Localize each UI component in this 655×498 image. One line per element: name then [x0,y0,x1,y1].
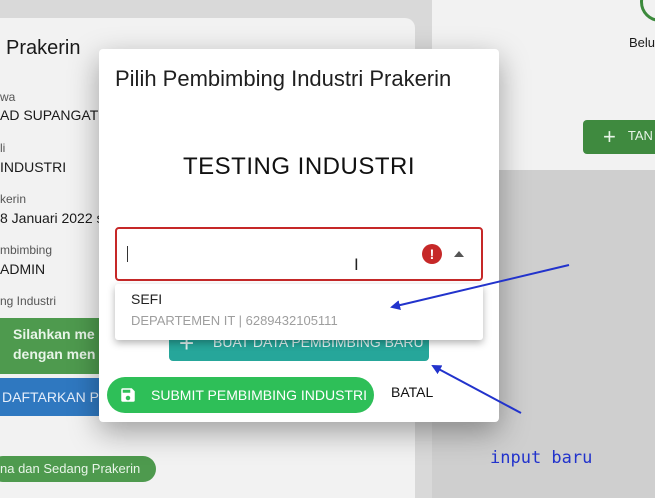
annotation-note: input baru [490,448,593,468]
annotation-arrow [431,365,522,414]
annotation-arrow [390,264,570,311]
annotation-layer [390,264,570,414]
